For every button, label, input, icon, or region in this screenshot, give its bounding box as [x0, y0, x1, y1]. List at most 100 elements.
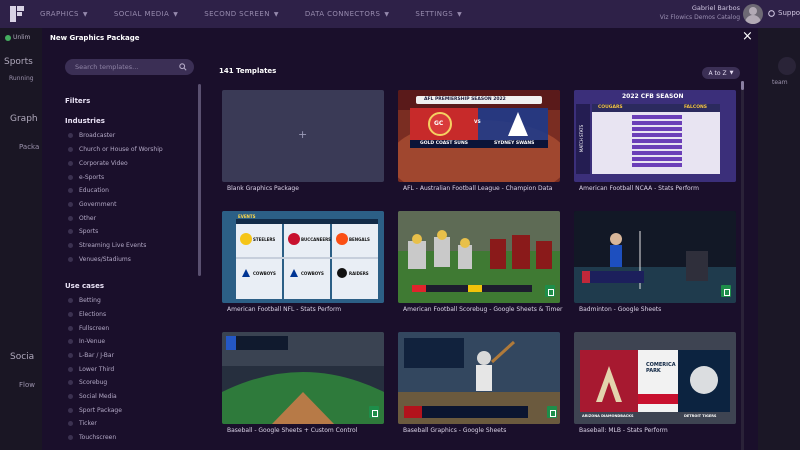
filter-option[interactable]: Streaming Live Events — [68, 240, 146, 250]
nav-data-connectors[interactable]: DATA CONNECTORS ▼ — [305, 10, 390, 18]
template-thumbnail: 2022 CFB SEASON COUGARS FALCONS MATCH ST… — [574, 90, 736, 182]
bg-running: Running — [9, 75, 34, 82]
chevron-down-icon: ▼ — [384, 10, 390, 18]
scrollbar-thumb[interactable] — [741, 81, 744, 90]
radio-icon — [68, 407, 73, 413]
status-dot-icon — [5, 34, 11, 41]
radio-icon — [68, 434, 73, 440]
support-label: Support — [778, 9, 800, 17]
radio-icon — [68, 379, 73, 385]
filter-option[interactable]: Lower Third — [68, 364, 114, 374]
radio-icon — [68, 393, 73, 399]
template-thumbnail — [574, 211, 736, 303]
nfl-team: BENGALS — [349, 237, 370, 242]
filter-option[interactable]: Other — [68, 213, 96, 223]
radio-icon — [68, 187, 73, 193]
close-icon[interactable]: × — [742, 29, 753, 44]
bg-flows: Flow — [19, 381, 35, 389]
radio-icon — [68, 215, 73, 221]
chevron-down-icon: ▼ — [729, 70, 734, 76]
nfl-team: STEELERS — [253, 237, 276, 242]
search-templates[interactable] — [65, 59, 194, 75]
nav-graphics[interactable]: GRAPHICS ▼ — [40, 10, 88, 18]
nfl-team: RAIDERS — [349, 271, 369, 276]
template-count: 141 Templates — [219, 67, 277, 75]
ncaa-away: FALCONS — [684, 105, 708, 110]
headset-icon — [768, 9, 775, 17]
bg-packages: Packa — [19, 143, 40, 151]
radio-icon — [68, 242, 73, 248]
filter-option[interactable]: Corporate Video — [68, 158, 128, 168]
user-org: Viz Flowics Demos Catalog — [659, 14, 740, 21]
badminton-photo-art — [574, 211, 736, 303]
filter-option[interactable]: Scorebug — [68, 377, 107, 387]
template-thumbnail — [398, 332, 560, 424]
radio-icon — [68, 420, 73, 426]
template-thumbnail: EVENTS STEELERS BUCCANEERS BENGALS COWBO… — [222, 211, 384, 303]
nfl-events: EVENTS — [238, 214, 256, 219]
filter-option[interactable]: Education — [68, 185, 109, 195]
template-label: Badminton - Google Sheets — [579, 306, 662, 313]
google-sheets-icon — [369, 406, 379, 418]
chevron-down-icon: ▼ — [457, 10, 463, 18]
chevron-down-icon: ▼ — [82, 10, 88, 18]
filter-option[interactable]: Sports — [68, 226, 98, 236]
mlb-thumbnail-art — [574, 332, 736, 424]
filter-scrollbar[interactable] — [198, 84, 201, 276]
bg-graphics: Graph — [10, 114, 38, 124]
baseball-batter-art — [398, 332, 560, 424]
background-button — [778, 57, 796, 75]
filter-option[interactable]: Betting — [68, 295, 101, 305]
filters-heading: Filters — [65, 97, 91, 105]
use-cases-heading: Use cases — [65, 282, 104, 290]
sort-dropdown[interactable]: A to Z ▼ — [702, 67, 740, 79]
filter-option[interactable]: Government — [68, 199, 116, 209]
football-photo-art — [398, 211, 560, 303]
plus-icon: + — [298, 128, 308, 141]
industries-heading: Industries — [65, 117, 105, 125]
filter-option[interactable]: Broadcaster — [68, 130, 115, 140]
radio-icon — [68, 201, 73, 207]
nav-settings[interactable]: SETTINGS ▼ — [415, 10, 462, 18]
nfl-team: COWBOYS — [301, 271, 324, 276]
filter-option[interactable]: Sport Package — [68, 405, 122, 415]
user-info[interactable]: Gabriel Barbos Viz Flowics Demos Catalog — [660, 4, 740, 22]
filter-option[interactable]: Social Media — [68, 391, 117, 401]
filter-option[interactable]: Fullscreen — [68, 323, 109, 333]
radio-icon — [68, 174, 73, 180]
search-input[interactable] — [75, 63, 175, 71]
chevron-down-icon: ▼ — [173, 10, 179, 18]
radio-icon — [68, 160, 73, 166]
nfl-team: BUCCANEERS — [301, 237, 332, 242]
filter-option[interactable]: Touchscreen — [68, 432, 116, 442]
radio-icon — [68, 256, 73, 262]
afl-thumbnail-art — [398, 90, 560, 182]
avatar[interactable] — [743, 4, 763, 24]
filter-option[interactable]: Church or House of Worship — [68, 144, 163, 154]
ncaa-home: COUGARS — [598, 105, 623, 110]
template-label: American Football Scorebug - Google Shee… — [403, 306, 563, 313]
flowics-logo-icon[interactable] — [8, 4, 26, 24]
filter-option[interactable]: L-Bar / J-Bar — [68, 350, 114, 360]
template-label: American Football NCAA - Stats Perform — [579, 185, 699, 192]
radio-icon — [68, 352, 73, 358]
template-thumbnail — [398, 211, 560, 303]
nav-second-screen[interactable]: SECOND SCREEN ▼ — [204, 10, 279, 18]
filter-option[interactable]: Venues/Stadiums — [68, 254, 131, 264]
nfl-thumbnail-art — [222, 211, 384, 303]
filter-option[interactable]: Ticker — [68, 418, 97, 428]
template-label: Baseball Graphics - Google Sheets — [403, 427, 507, 434]
template-thumbnail — [222, 332, 384, 424]
filter-option[interactable]: e-Sports — [68, 172, 104, 182]
new-graphics-package-modal: New Graphics Package × Filters Industrie… — [42, 28, 758, 450]
main-nav: GRAPHICS ▼ SOCIAL MEDIA ▼ SECOND SCREEN ▼ D… — [40, 0, 488, 28]
support-link[interactable]: Support — [768, 9, 800, 17]
filter-option[interactable]: In-Venue — [68, 336, 105, 346]
afl-banner: AFL PREMIERSHIP SEASON 2022 — [424, 97, 506, 102]
templates-scrollbar[interactable] — [741, 81, 744, 450]
google-sheets-icon — [547, 406, 557, 418]
nav-social-media[interactable]: SOCIAL MEDIA ▼ — [114, 10, 178, 18]
google-sheets-icon — [721, 285, 731, 297]
filter-option[interactable]: Elections — [68, 309, 106, 319]
radio-icon — [68, 228, 73, 234]
